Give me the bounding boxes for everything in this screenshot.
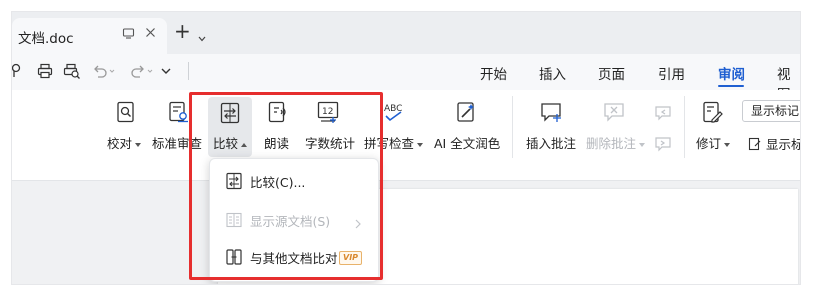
delete-comment-button[interactable]: 删除批注 (584, 90, 648, 168)
chevron-down-icon (135, 142, 142, 147)
ai-polish-label: AI 全文润色 (434, 136, 501, 151)
svg-text:12: 12 (322, 107, 333, 117)
compare-with-other-document-label: 与其他文档比对 (250, 251, 338, 266)
track-changes-icon (700, 100, 724, 124)
insert-comment-icon (539, 100, 563, 124)
track-changes-label: 修订 (696, 136, 722, 151)
track-changes-button[interactable]: 修订 (692, 90, 732, 168)
chevron-up-icon (241, 142, 248, 147)
word-count-label: 字数统计 (305, 136, 356, 151)
read-aloud-button[interactable]: 朗读 (262, 90, 292, 168)
delete-comment-icon (602, 100, 626, 124)
active-tab-indicator (718, 85, 744, 87)
standard-review-label: 标准审查 (152, 136, 203, 151)
chevron-down-icon (639, 142, 646, 147)
spell-check-button[interactable]: ABC 拼写检查 (362, 90, 424, 168)
new-tab-button[interactable]: + (174, 21, 191, 41)
proofread-button[interactable]: 校对 (104, 90, 142, 168)
toolbar-divider (188, 62, 189, 80)
proofread-icon (114, 100, 138, 124)
document-tab-title: 文档.doc (18, 31, 74, 47)
menu-bar: 开始 插入 页面 引用 审阅 视图 (12, 54, 800, 103)
print-icon[interactable] (37, 63, 53, 83)
tab-home[interactable]: 开始 (480, 63, 507, 83)
ai-polish-button[interactable]: AI 全文润色 (432, 90, 502, 168)
tab-page[interactable]: 页面 (598, 63, 625, 83)
redo-icon[interactable] (130, 63, 154, 83)
tab-references[interactable]: 引用 (658, 63, 685, 83)
compare-other-document-icon (225, 248, 243, 266)
standard-review-icon (166, 100, 190, 124)
compare-button[interactable]: 比较 (208, 97, 252, 157)
word-count-button[interactable]: 12 字数统计 (302, 90, 356, 168)
undo-icon[interactable] (92, 63, 116, 83)
tab-review[interactable]: 审阅 (718, 63, 745, 83)
compare-icon (218, 101, 242, 125)
ribbon-divider (512, 96, 513, 158)
show-source-documents-menu-item[interactable]: 显示源文档(S) (210, 203, 378, 237)
compare-icon (225, 172, 243, 190)
word-count-icon: 12 (316, 100, 340, 124)
chevron-down-icon (417, 142, 424, 147)
tab-insert[interactable]: 插入 (539, 63, 566, 83)
print-preview-icon[interactable] (63, 63, 81, 83)
app-window: 文档.doc + 开始 插入 页面 引用 审阅 视 校对 标准审查 比较 朗读 … (12, 12, 800, 284)
delete-comment-label: 删除批注 (586, 136, 637, 151)
read-aloud-icon (266, 100, 290, 124)
save-icon[interactable] (12, 63, 23, 83)
magic-wand-icon (454, 100, 478, 124)
show-markup-label: 显示标 (765, 137, 800, 152)
more-chevron-icon[interactable] (160, 63, 172, 83)
new-tab-chevron-icon[interactable] (198, 27, 206, 46)
vip-badge: VIP (339, 251, 363, 265)
ribbon-divider (684, 96, 685, 158)
review-ribbon: 校对 标准审查 比较 朗读 12 字数统计 ABC 拼写检查 AI 全文润色 插… (12, 90, 800, 181)
insert-comment-label: 插入批注 (526, 136, 577, 151)
title-bar: 文档.doc + (12, 12, 800, 54)
chevron-down-icon (724, 142, 731, 147)
show-source-documents-label: 显示源文档(S) (250, 214, 331, 229)
compare-dropdown-menu: 比较(C)... 显示源文档(S) 与其他文档比对 VIP (209, 158, 379, 282)
next-comment-icon[interactable] (654, 136, 672, 156)
compare-menu-label: 比较(C)... (250, 175, 306, 190)
compare-label: 比较 (213, 136, 239, 151)
chevron-right-icon (354, 214, 362, 233)
previous-comment-icon[interactable] (654, 105, 672, 125)
insert-comment-button[interactable]: 插入批注 (524, 90, 578, 168)
compare-with-other-document-menu-item[interactable]: 与其他文档比对 VIP (210, 240, 378, 274)
compare-menu-item[interactable]: 比较(C)... (210, 164, 378, 198)
spell-check-label: 拼写检查 (364, 136, 415, 151)
spell-check-icon: ABC (382, 100, 406, 124)
document-tab[interactable]: 文档.doc (12, 18, 167, 54)
read-aloud-label: 朗读 (264, 136, 290, 151)
show-markup-select[interactable]: 显示标记 (742, 100, 800, 122)
tab-window-icon[interactable] (122, 27, 135, 44)
show-source-documents-icon (225, 211, 243, 229)
tab-close-icon[interactable] (145, 27, 156, 42)
document-area (12, 181, 800, 284)
standard-review-button[interactable]: 标准审查 (150, 90, 204, 168)
show-markup-button[interactable]: 显示标 (748, 134, 800, 153)
proofread-label: 校对 (107, 136, 133, 151)
